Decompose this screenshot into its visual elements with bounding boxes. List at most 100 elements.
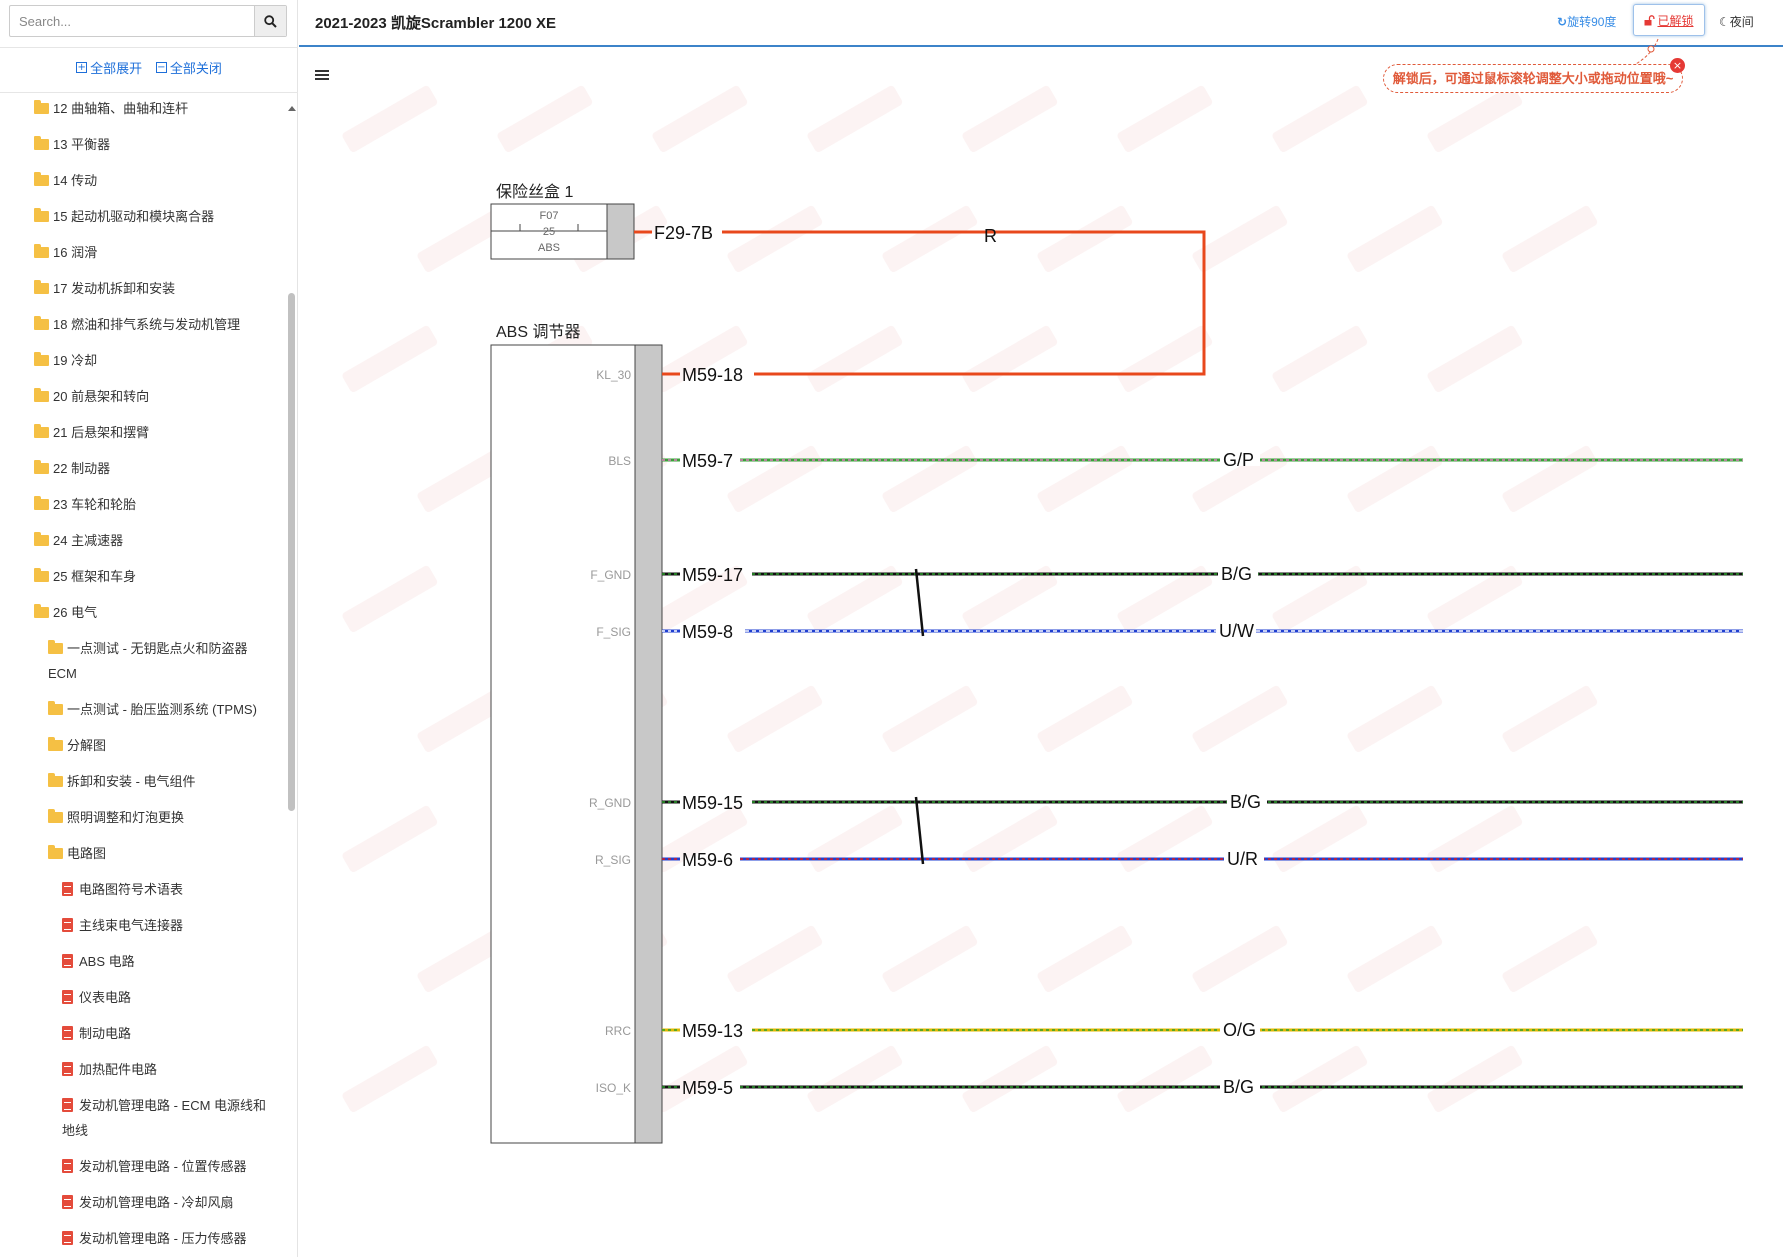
watermark	[1272, 85, 1368, 152]
pin-name-label: F_SIG	[596, 625, 631, 639]
scrollbar-thumb[interactable]	[288, 293, 295, 811]
folder-icon	[48, 640, 63, 654]
tree-item[interactable]: 22 制动器	[34, 456, 110, 481]
tree-item[interactable]: 一点测试 - 胎压监测系统 (TPMS)	[48, 697, 257, 722]
tree-item[interactable]: 16 润滑	[34, 240, 97, 265]
tree-item-label: 拆卸和安装 - 电气组件	[67, 774, 196, 789]
folder-icon	[34, 496, 49, 510]
watermark	[497, 325, 593, 392]
watermark	[962, 805, 1058, 872]
watermark	[497, 1045, 593, 1112]
unlock-button[interactable]: 已解锁	[1633, 4, 1705, 36]
tree-item[interactable]: 13 平衡器	[34, 132, 110, 157]
pin-connector-label: M59-13	[682, 1021, 743, 1041]
watermark	[342, 565, 438, 632]
expand-all-button[interactable]: + 全部展开	[76, 58, 142, 77]
watermark	[342, 805, 438, 872]
watermark	[1117, 565, 1213, 632]
watermark	[727, 205, 823, 272]
splice-line	[914, 568, 925, 637]
wire-label-bg	[1220, 1018, 1260, 1036]
tree-item[interactable]: ABS 电路	[62, 949, 135, 974]
watermark	[572, 925, 668, 992]
tree-item[interactable]: 23 车轮和轮胎	[34, 492, 136, 517]
wire-label-bg	[1218, 562, 1258, 580]
watermark	[1272, 325, 1368, 392]
watermark	[497, 565, 593, 632]
wire-color-label: U/R	[1227, 849, 1258, 869]
night-mode-button[interactable]: ☾夜间	[1719, 13, 1754, 30]
wire-color-label: B/G	[1221, 564, 1252, 584]
file-icon	[62, 882, 73, 896]
tree-item[interactable]: 照明调整和灯泡更换	[48, 805, 184, 830]
tree-item[interactable]: 20 前悬架和转向	[34, 384, 149, 409]
tree-item[interactable]: 19 冷却	[34, 348, 97, 373]
watermark	[1502, 925, 1598, 992]
tree-item[interactable]: 一点测试 - 无钥匙点火和防盗器 ECM	[34, 636, 270, 686]
tree-item[interactable]: 12 曲轴箱、曲轴和连杆	[34, 96, 188, 121]
tree-item[interactable]: 制动电路	[62, 1021, 131, 1046]
tree-item[interactable]: 电路图	[48, 841, 106, 866]
watermark	[1117, 1045, 1213, 1112]
sidebar: +全部展开 −全部关闭 12 曲轴箱、曲轴和连杆 13 平衡器 14 传动 15 起动…	[0, 0, 298, 1257]
tooltip-close-icon[interactable]: ×	[1670, 58, 1685, 73]
tree-item-label: 加热配件电路	[79, 1062, 158, 1077]
unlock-label: 已解锁	[1657, 13, 1694, 28]
search-button[interactable]	[254, 6, 286, 36]
watermark	[1192, 445, 1288, 512]
tree-item[interactable]: 主线束电气连接器	[62, 913, 183, 938]
fuse-rating: 25	[543, 226, 555, 238]
wire-r-label: R	[984, 226, 997, 246]
watermark	[652, 325, 748, 392]
rotate-button[interactable]: ↻旋转90度	[1557, 13, 1616, 30]
tree-item[interactable]: 拆卸和安装 - 电气组件	[48, 769, 196, 794]
expand-all-label: 全部展开	[90, 61, 143, 76]
search-input[interactable]	[10, 6, 254, 36]
folder-icon	[48, 737, 63, 751]
tree-item[interactable]: 仪表电路	[62, 985, 131, 1010]
watermark	[1117, 325, 1213, 392]
rotate-icon: ↻	[1557, 15, 1568, 29]
abs-pin-group: KL_30 M59-18 BLS M59-7 G/P F_GND M59-17 B/G F_SI…	[589, 365, 1743, 1098]
collapse-all-button[interactable]: − 全部关闭	[155, 58, 222, 77]
wire-color-label: G/P	[1223, 450, 1254, 470]
tree-item[interactable]: 14 传动	[34, 168, 97, 193]
watermark	[1272, 1045, 1368, 1112]
watermark	[1192, 205, 1288, 272]
watermark	[882, 685, 978, 752]
tree-item[interactable]: 电路图符号术语表	[62, 877, 183, 902]
folder-icon	[34, 532, 49, 546]
watermark	[1502, 685, 1598, 752]
tree-item[interactable]: 21 后悬架和摆臂	[34, 420, 149, 445]
tree-item[interactable]: 17 发动机拆卸和安装	[34, 276, 175, 301]
folder-icon	[34, 172, 49, 186]
tree-item[interactable]: 15 起动机驱动和模块离合器	[34, 204, 214, 229]
tree-item[interactable]: 发动机管理电路 - 冷却风扇	[62, 1190, 234, 1215]
watermark	[1037, 685, 1133, 752]
tree-item-label: 仪表电路	[79, 990, 132, 1005]
tree-item[interactable]: 18 燃油和排气系统与发动机管理	[34, 312, 240, 337]
tree-item[interactable]: 发动机管理电路 - ECM 电源线和地线	[48, 1093, 270, 1143]
plus-square-icon: +	[76, 62, 88, 73]
watermark	[572, 205, 668, 272]
pin-name-label: RRC	[605, 1024, 631, 1038]
tree-item[interactable]: 26 电气	[34, 600, 97, 625]
menu-toggle-icon[interactable]	[315, 70, 329, 82]
folder-icon	[34, 424, 49, 438]
tree-item[interactable]: 24 主减速器	[34, 528, 123, 553]
tree-item[interactable]: 发动机管理电路 - 位置传感器	[62, 1154, 247, 1179]
watermark	[342, 1045, 438, 1112]
tree-item[interactable]: 分解图	[48, 733, 106, 758]
tree-item[interactable]: 加热配件电路	[62, 1057, 157, 1082]
page-title: 2021-2023 凯旋Scrambler 1200 XE	[315, 15, 556, 32]
pin-connector-label: M59-5	[682, 1078, 733, 1098]
watermark	[807, 805, 903, 872]
watermark	[807, 85, 903, 152]
tree-item-label: 20 前悬架和转向	[53, 389, 150, 404]
fuse-label: ABS	[538, 242, 560, 254]
tree-item[interactable]: 25 框架和车身	[34, 564, 136, 589]
scroll-up-arrow-icon[interactable]	[288, 106, 296, 111]
tree-item[interactable]: 发动机管理电路 - 压力传感器	[62, 1226, 247, 1251]
tree-scroll-area[interactable]: 12 曲轴箱、曲轴和连杆 13 平衡器 14 传动 15 起动机驱动和模块离合器 16 …	[0, 93, 298, 1257]
search-box	[9, 5, 287, 37]
